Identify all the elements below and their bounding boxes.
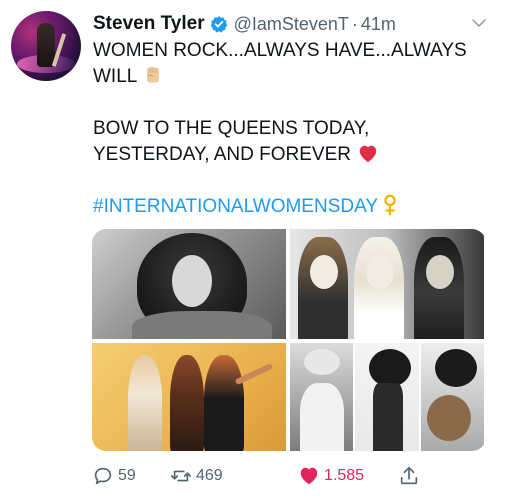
photo-subject-face	[426, 255, 454, 289]
avatar[interactable]	[11, 11, 81, 81]
photo-subject-hair	[369, 349, 412, 387]
heart-icon	[300, 467, 318, 485]
guitar	[426, 395, 471, 441]
retweet-button[interactable]: 469	[170, 463, 223, 489]
photo-subject-face	[366, 255, 394, 289]
photo-subject	[373, 383, 404, 451]
reply-count: 59	[118, 467, 136, 484]
retweet-count: 469	[196, 467, 223, 484]
hashtag-link[interactable]: #INTERNATIONALWOMENSDAY	[93, 196, 378, 217]
tweet-text: WOMEN ROCK...ALWAYS HAVE...ALWAYS WILL B…	[93, 38, 488, 220]
media-photo[interactable]	[290, 343, 484, 451]
collage-panel	[290, 343, 356, 451]
share-button[interactable]	[398, 463, 420, 489]
photo-subject	[128, 355, 162, 451]
media-grid	[92, 229, 486, 451]
photo-subject-hat	[304, 349, 340, 375]
red-heart-icon	[359, 145, 377, 163]
photo-subject	[204, 355, 244, 451]
share-icon	[400, 466, 418, 485]
female-sign-icon	[384, 194, 396, 216]
tweet-time[interactable]: 41m	[361, 14, 396, 35]
collage-panel	[420, 343, 484, 451]
tweet-line: BOW TO THE QUEENS TODAY,	[93, 118, 370, 139]
media-photo[interactable]	[92, 229, 286, 339]
tweet-line-text: YESTERDAY, AND FOREVER	[93, 144, 351, 165]
retweet-icon	[171, 470, 191, 482]
tweet-line: WOMEN ROCK...ALWAYS HAVE...ALWAYS	[93, 40, 467, 61]
tweet-line: WILL	[93, 64, 488, 90]
photo-subject	[300, 383, 344, 451]
media-photo[interactable]	[290, 229, 484, 339]
author-name[interactable]: Steven Tyler	[93, 13, 205, 35]
photo-subject-body	[132, 311, 272, 339]
collage-panel	[355, 343, 421, 451]
photo-subject-face	[172, 255, 212, 307]
tweet-line-text: WILL	[93, 66, 138, 87]
chevron-down-icon[interactable]	[470, 14, 488, 32]
separator-dot: ·	[351, 13, 358, 34]
photo-subject-hair	[434, 349, 477, 387]
tweet-actions: 59 469 1.585	[92, 463, 486, 489]
author-handle[interactable]: @IamStevenT	[234, 14, 349, 35]
photo-subject	[170, 355, 204, 451]
like-button[interactable]: 1.585	[298, 463, 364, 489]
reply-button[interactable]: 59	[92, 463, 136, 489]
raised-fist-icon	[147, 66, 160, 83]
verified-badge-icon	[210, 16, 227, 33]
like-count: 1.585	[324, 467, 365, 484]
photo-subject-face	[310, 255, 338, 289]
tweet-line: YESTERDAY, AND FOREVER	[93, 142, 488, 168]
reply-icon	[94, 467, 112, 485]
media-photo[interactable]	[92, 343, 286, 451]
tweet-header: Steven Tyler @IamStevenT · 41m	[93, 12, 396, 36]
tweet-line: #INTERNATIONALWOMENSDAY	[93, 194, 488, 220]
